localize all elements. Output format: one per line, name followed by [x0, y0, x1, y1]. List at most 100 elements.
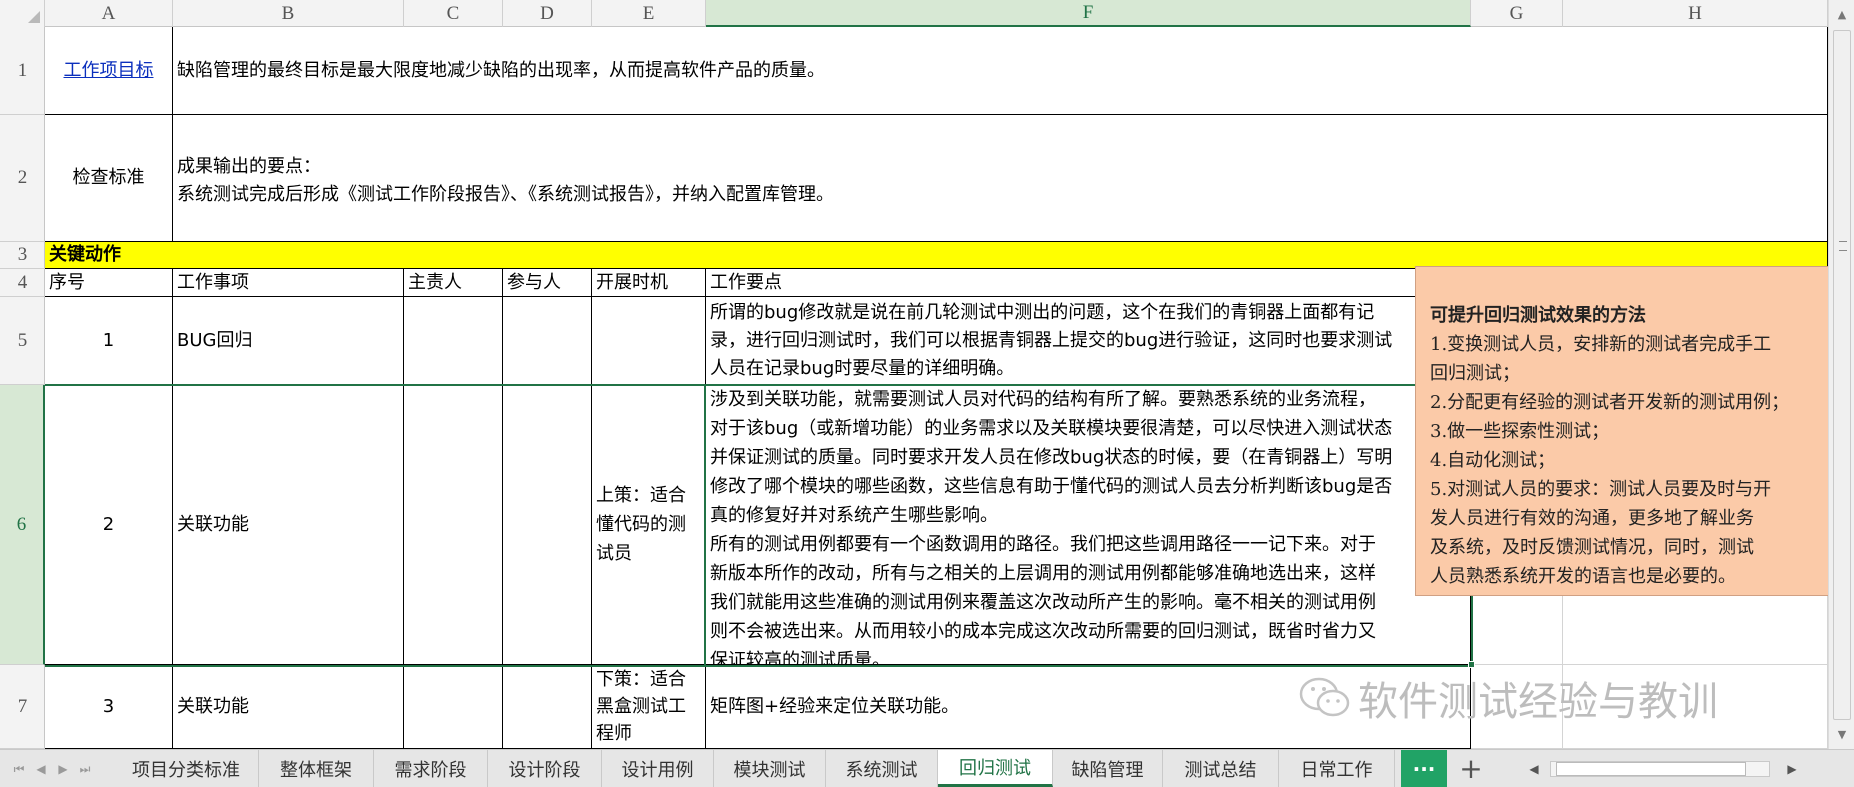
tab-test-summary[interactable]: 测试总结 — [1163, 750, 1279, 787]
tab-system-test[interactable]: 系统测试 — [826, 750, 938, 787]
tab-defect-management[interactable]: 缺陷管理 — [1053, 750, 1163, 787]
scroll-left-arrow-icon[interactable]: ◀ — [1524, 758, 1544, 780]
bug-regression-line: 录，进行回归测试时，我们可以根据青铜器上提交的bug进行验证，这同时也要求测试 — [710, 330, 1393, 351]
cell-a3-key-actions[interactable]: 关键动作 — [45, 242, 1828, 269]
header-item[interactable]: 工作事项 — [173, 269, 404, 297]
fill-handle[interactable] — [1468, 661, 1475, 668]
horizontal-scroll-thumb[interactable] — [1556, 762, 1746, 776]
vertical-scroll-thumb[interactable] — [1833, 30, 1851, 720]
spreadsheet-window: A B C D E F G H 1 2 3 4 5 6 7 工作项目标 缺陷管理… — [0, 0, 1854, 787]
column-header-e[interactable]: E — [592, 0, 706, 27]
cell-c6[interactable] — [404, 385, 503, 665]
sheet-tab-bar: ⏮ ◀ ▶ ⏭ 项目分类标准 整体框架 需求阶段 设计阶段 设计用例 模块测试 … — [0, 749, 1854, 787]
related-function-line: 并保证测试的质量。同时要求开发人员在修改bug状态的时候，要（在青铜器上）写明 — [710, 447, 1393, 468]
column-header-d[interactable]: D — [503, 0, 592, 27]
cell-a6[interactable]: 2 — [45, 385, 173, 665]
cell-a5[interactable]: 1 — [45, 297, 173, 385]
row-header-bar: 1 2 3 4 5 6 7 — [0, 27, 45, 749]
tab-design-phase[interactable]: 设计阶段 — [488, 750, 602, 787]
cell-b5[interactable]: BUG回归 — [173, 297, 404, 385]
related-function-line: 保证较高的测试质量。 — [710, 650, 890, 665]
scroll-right-arrow-icon[interactable]: ▶ — [1782, 758, 1802, 780]
vertical-scrollbar[interactable]: ▲ ▼ — [1828, 0, 1854, 749]
header-points[interactable]: 工作要点 — [706, 269, 1471, 297]
tab-daily-work[interactable]: 日常工作 — [1279, 750, 1395, 787]
tab-module-test[interactable]: 模块测试 — [714, 750, 826, 787]
horizontal-scrollbar[interactable]: ◀ ▶ — [1520, 758, 1820, 780]
related-function-line: 修改了哪个模块的哪些函数，这些信息有助于懂代码的测试人员去分析判断该bug是否 — [710, 476, 1393, 497]
column-header-h[interactable]: H — [1563, 0, 1828, 27]
comment-line: 及系统，及时反馈测试情况，同时，测试 — [1430, 537, 1754, 558]
cell-d6[interactable] — [503, 385, 592, 665]
row-header-4[interactable]: 4 — [0, 269, 45, 297]
comment-line: 4.自动化测试； — [1430, 450, 1556, 471]
related-function-line: 涉及到关联功能，就需要测试人员对代码的结构有所了解。要熟悉系统的业务流程， — [710, 389, 1376, 410]
header-owner[interactable]: 主责人 — [404, 269, 503, 297]
select-all-corner[interactable] — [0, 0, 45, 27]
cell-b7[interactable]: 关联功能 — [173, 665, 404, 749]
row-header-6[interactable]: 6 — [0, 385, 45, 665]
cell-e6[interactable]: 上策：适合懂代码的测试员 — [592, 385, 706, 665]
row-header-5[interactable]: 5 — [0, 297, 45, 385]
bug-regression-line: 所谓的bug修改就是说在前几轮测试中测出的问题，这个在我们的青铜器上面都有记 — [710, 302, 1375, 323]
column-header-c[interactable]: C — [404, 0, 503, 27]
comment-line: 1.变换测试人员，安排新的测试者完成手工 — [1430, 334, 1772, 355]
related-function-line: 我们就能用这些准确的测试用例来覆盖这次改动所产生的影响。毫不相关的测试用例 — [710, 592, 1376, 613]
cell-c7[interactable] — [404, 665, 503, 749]
more-sheets-button[interactable]: ··· — [1401, 750, 1447, 787]
comment-line: 3.做一些探索性测试； — [1430, 421, 1610, 442]
watermark-text: 软件测试经验与教训 — [1358, 679, 1718, 725]
comment-line: 发人员进行有效的沟通，更多地了解业务 — [1430, 508, 1754, 529]
tab-requirements-phase[interactable]: 需求阶段 — [374, 750, 488, 787]
comment-line: 回归测试； — [1430, 363, 1520, 384]
tab-project-classification[interactable]: 项目分类标准 — [114, 750, 259, 787]
watermark: 软件测试经验与教训 — [1298, 672, 1718, 725]
comment-title: 可提升回归测试效果的方法 — [1430, 305, 1646, 326]
comment-line: 人员熟悉系统开发的语言也是必要的。 — [1430, 566, 1736, 587]
cell-a1[interactable]: 工作项目标 — [45, 27, 173, 115]
column-header-g[interactable]: G — [1471, 0, 1563, 27]
row-header-2[interactable]: 2 — [0, 115, 45, 242]
tab-design-cases[interactable]: 设计用例 — [602, 750, 714, 787]
last-sheet-icon[interactable]: ⏭ — [76, 756, 94, 782]
cell-d7[interactable] — [503, 665, 592, 749]
goal-link[interactable]: 工作项目标 — [64, 59, 154, 83]
wechat-icon — [1299, 677, 1350, 717]
tab-regression-test[interactable]: 回归测试 — [938, 750, 1053, 787]
row-header-1[interactable]: 1 — [0, 27, 45, 115]
tab-overall-framework[interactable]: 整体框架 — [259, 750, 374, 787]
header-participant[interactable]: 参与人 — [503, 269, 592, 297]
related-function-line: 真的修复好并对系统产生哪些影响。 — [710, 505, 998, 526]
comment-line: 5.对测试人员的要求：测试人员要及时与开 — [1430, 479, 1772, 500]
header-seq[interactable]: 序号 — [45, 269, 173, 297]
cell-b6[interactable]: 关联功能 — [173, 385, 404, 665]
scroll-down-arrow-icon[interactable]: ▼ — [1829, 724, 1854, 744]
cell-e7[interactable]: 下策：适合黑盒测试工程师 — [592, 665, 706, 749]
cell-a7[interactable]: 3 — [45, 665, 173, 749]
related-function-line: 则不会被选出来。从而用较小的成本完成这次改动所需要的回归测试，既省时省力又 — [710, 621, 1376, 642]
first-sheet-icon[interactable]: ⏮ — [10, 756, 28, 782]
cell-comment-box[interactable]: 可提升回归测试效果的方法 1.变换测试人员，安排新的测试者完成手工 回归测试； … — [1415, 266, 1835, 596]
cell-e5[interactable] — [592, 297, 706, 385]
column-header-b[interactable]: B — [173, 0, 404, 27]
next-sheet-icon[interactable]: ▶ — [54, 756, 72, 782]
cell-b2[interactable]: 成果输出的要点： 系统测试完成后形成《测试工作阶段报告》、《系统测试报告》，并纳… — [173, 115, 1828, 242]
add-sheet-button[interactable]: + — [1453, 750, 1489, 787]
cell-d5[interactable] — [503, 297, 592, 385]
cell-f5[interactable]: 所谓的bug修改就是说在前几轮测试中测出的问题，这个在我们的青铜器上面都有记 录… — [706, 297, 1471, 385]
header-timing[interactable]: 开展时机 — [592, 269, 706, 297]
cell-f6[interactable]: 涉及到关联功能，就需要测试人员对代码的结构有所了解。要熟悉系统的业务流程， 对于… — [706, 385, 1471, 665]
related-function-line: 对于该bug（或新增功能）的业务需求以及关联模块要很清楚，可以尽快进入测试状态 — [710, 418, 1393, 439]
check-standard-line-1: 成果输出的要点： — [177, 156, 321, 177]
column-header-a[interactable]: A — [45, 0, 173, 27]
cell-a2[interactable]: 检查标准 — [45, 115, 173, 242]
prev-sheet-icon[interactable]: ◀ — [32, 756, 50, 782]
row-header-7[interactable]: 7 — [0, 665, 45, 749]
column-header-f[interactable]: F — [706, 0, 1471, 27]
cell-b1[interactable]: 缺陷管理的最终目标是最大限度地减少缺陷的出现率，从而提高软件产品的质量。 — [173, 27, 1828, 115]
scroll-up-arrow-icon[interactable]: ▲ — [1829, 4, 1854, 24]
related-function-line: 新版本所作的改动，所有与之相关的上层调用的测试用例都能够准确地选出来，这样 — [710, 563, 1376, 584]
row-header-3[interactable]: 3 — [0, 242, 45, 269]
cell-c5[interactable] — [404, 297, 503, 385]
bug-regression-line: 人员在记录bug时要尽量的详细明确。 — [710, 358, 1015, 379]
